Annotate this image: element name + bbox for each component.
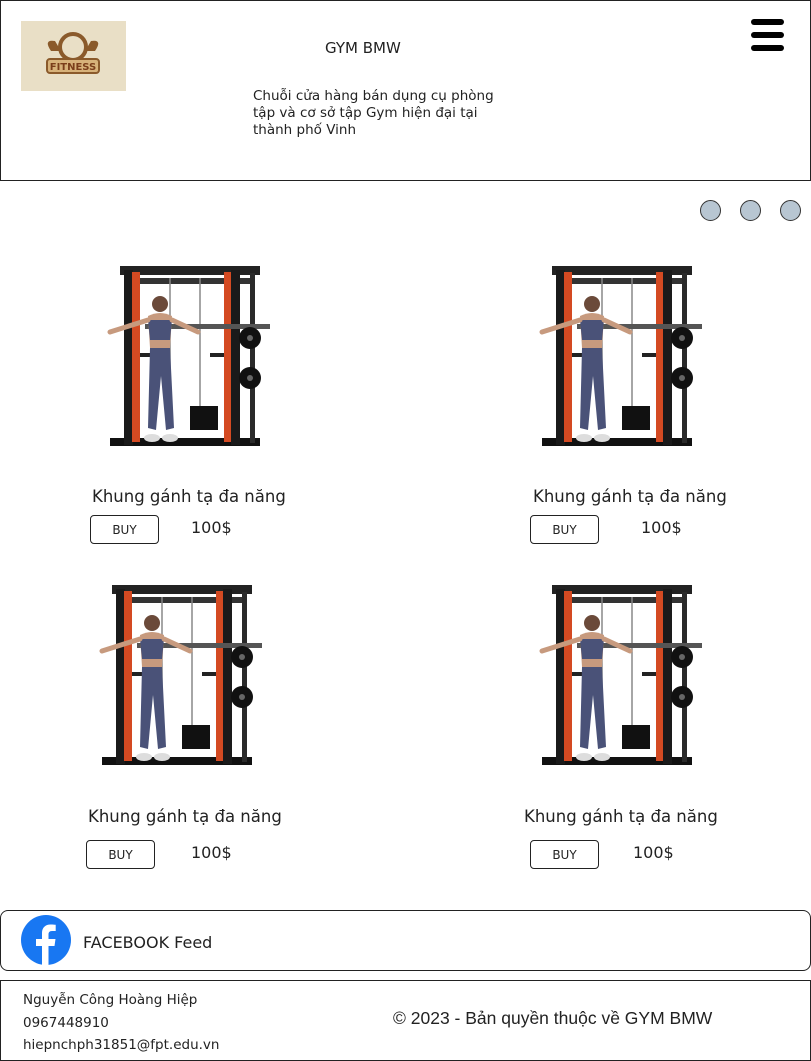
buy-button[interactable]: BUY	[530, 515, 599, 544]
slider-dot-3[interactable]	[780, 200, 801, 221]
menu-line	[751, 19, 784, 25]
logo-text: FITNESS	[50, 62, 97, 73]
fitness-logo-icon: FITNESS	[46, 32, 100, 74]
slider-dot-1[interactable]	[700, 200, 721, 221]
logo[interactable]: FITNESS	[21, 21, 126, 91]
facebook-feed: FACEBOOK Feed	[0, 910, 811, 971]
product-name: Khung gánh tạ đa năng	[524, 807, 718, 826]
menu-line	[751, 32, 784, 38]
brand-name: GYM BMW	[325, 39, 401, 57]
copyright: © 2023 - Bản quyền thuộc về GYM BMW	[393, 1008, 713, 1028]
header: FITNESS GYM BMW Chuỗi cửa hàng bán dụng …	[0, 0, 811, 181]
contact-name: Nguyễn Công Hoàng Hiệp	[23, 992, 198, 1008]
product-price: 100$	[633, 843, 674, 862]
slider-dot-2[interactable]	[740, 200, 761, 221]
facebook-icon[interactable]	[21, 915, 71, 965]
product-image[interactable]	[100, 258, 280, 458]
product-price: 100$	[191, 843, 232, 862]
product-name: Khung gánh tạ đa năng	[92, 487, 286, 506]
buy-button[interactable]: BUY	[530, 840, 599, 869]
product-image[interactable]	[532, 258, 712, 458]
product-image[interactable]	[92, 577, 272, 777]
product-image[interactable]	[532, 577, 712, 777]
contact-phone: 0967448910	[23, 1015, 109, 1031]
hamburger-menu-icon[interactable]	[751, 19, 784, 53]
product-name: Khung gánh tạ đa năng	[533, 487, 727, 506]
product-name: Khung gánh tạ đa năng	[88, 807, 282, 826]
contact-email[interactable]: hiepnchph31851@fpt.edu.vn	[23, 1037, 219, 1053]
product-price: 100$	[641, 518, 682, 537]
footer: Nguyễn Công Hoàng Hiệp 0967448910 hiepnc…	[0, 980, 811, 1061]
buy-button[interactable]: BUY	[86, 840, 155, 869]
brand-description: Chuỗi cửa hàng bán dụng cụ phòng tập và …	[253, 88, 494, 138]
buy-button[interactable]: BUY	[90, 515, 159, 544]
menu-line	[751, 45, 784, 51]
product-price: 100$	[191, 518, 232, 537]
facebook-feed-link[interactable]: FACEBOOK Feed	[83, 933, 212, 952]
